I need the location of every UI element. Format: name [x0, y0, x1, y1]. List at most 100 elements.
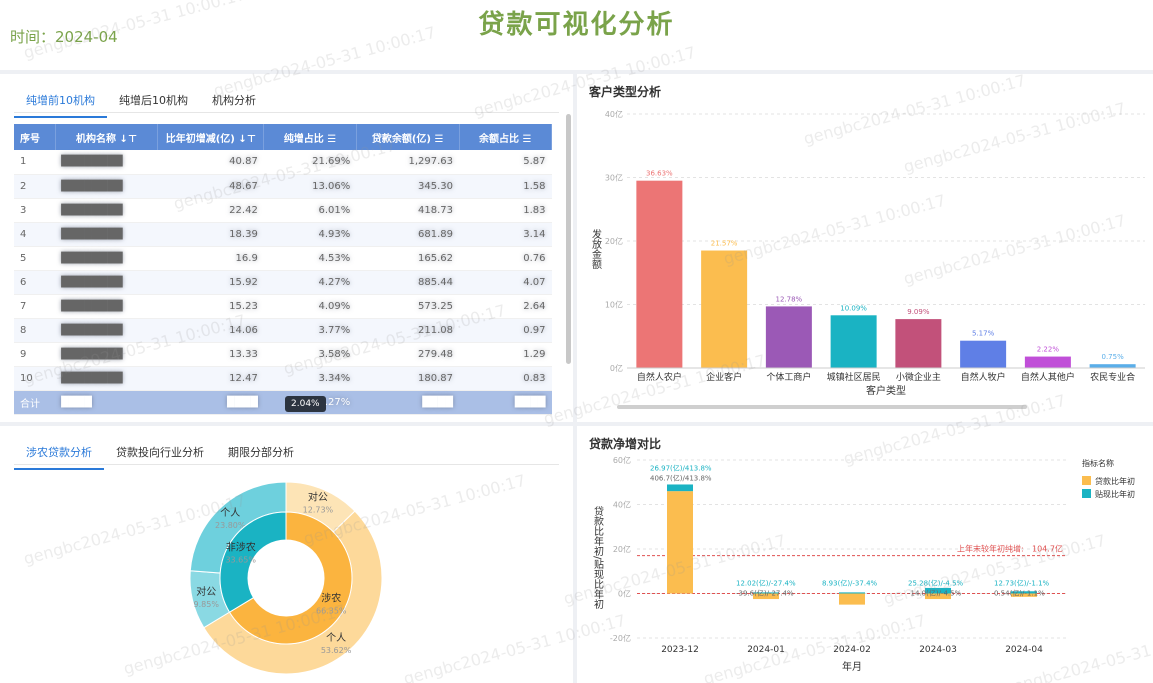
row-share: 4.93% [263, 222, 357, 247]
row-share: 4.27% [263, 270, 357, 295]
table-row[interactable]: 9 ████████ 13.33 3.58% 279.48 1.29 [14, 342, 552, 367]
bar-loan-label: 0.54(亿)/-1.1% [994, 589, 1045, 598]
row-change: 16.9 [157, 246, 264, 271]
tab-top10[interactable]: 纯增前10机构 [14, 88, 107, 118]
row-name: ████████ [55, 222, 158, 247]
row-share: 4.09% [263, 294, 357, 319]
x-tick-label: 自然人农户 [637, 371, 682, 383]
col-balance[interactable]: 贷款余额(亿) ☰ [356, 124, 460, 150]
table-scrollbar[interactable] [566, 114, 571, 364]
total-cell: ████ [459, 390, 552, 415]
row-name: ████████ [55, 270, 158, 295]
col-balance-share[interactable]: 余额占比 ☰ [459, 124, 552, 150]
row-name: ████████ [55, 174, 158, 199]
row-name: ████████ [55, 150, 158, 175]
table-row[interactable]: 5 ████████ 16.9 4.53% 165.62 0.76 [14, 246, 552, 271]
row-change: 18.39 [157, 222, 264, 247]
header: 时间：2024-04 贷款可视化分析 [0, 0, 1153, 70]
x-tick-label: 2024-03 [919, 645, 957, 655]
outer-slice-label: 个人 [220, 507, 240, 519]
inner-slice-label: 涉农 [321, 592, 341, 605]
sort-icon[interactable]: ☰ [327, 134, 336, 145]
institution-table-panel: 纯增前10机构 纯增后10机构 机构分析 序号 机构名称 ↓⊤ 比年初增减(亿)… [0, 74, 573, 422]
row-name: ████████ [55, 246, 158, 271]
outer-slice-label: 对公 [308, 490, 328, 503]
bar-discount-label: 26.97(亿)/413.8% [650, 463, 712, 472]
table-row[interactable]: 4 ████████ 18.39 4.93% 681.89 3.14 [14, 222, 552, 247]
tab-bottom10[interactable]: 纯增后10机构 [107, 88, 200, 118]
row-share: 4.53% [263, 246, 357, 271]
sort-icon[interactable]: ☰ [434, 134, 443, 145]
x-tick-label: 城镇社区居民 [827, 371, 881, 383]
row-index: 8 [14, 318, 56, 343]
bar-loan-label: 406.7(亿)/413.8% [650, 473, 712, 482]
x-tick-label: 自然人牧户 [961, 371, 1006, 383]
y-tick-label: 40亿 [613, 500, 631, 510]
col-share[interactable]: 纯增占比 ☰ [263, 124, 357, 150]
customer-bar-chart: 0亿 10亿 20亿 30亿 40亿发放金额 36.63% 自然人农户 21.57% 企业客户 1… [590, 109, 1145, 409]
y-axis-label: 发放金额 [590, 228, 602, 270]
table-row[interactable]: 10 ████████ 12.47 3.34% 180.87 0.83 [14, 366, 552, 391]
bar-value-label: 36.63% [646, 170, 673, 178]
table-row[interactable]: 7 ████████ 15.23 4.09% 573.25 2.64 [14, 294, 552, 319]
agri-loan-panel: 涉农贷款分析 贷款投向行业分析 期限分部分析 对公 12.73% 个人 53.62% 对… [0, 426, 573, 683]
table-row[interactable]: 1 ████████ 40.87 21.69% 1,297.63 5.87 [14, 150, 552, 175]
row-share: 21.69% [263, 150, 357, 175]
tab-divider [14, 112, 559, 113]
x-tick-label: 小微企业主 [896, 371, 941, 383]
outer-slice-pct: 9.85% [194, 600, 220, 609]
table-row[interactable]: 8 ████████ 14.06 3.77% 211.08 0.97 [14, 318, 552, 343]
x-tick-label: 2023-12 [661, 645, 699, 655]
bar-loan-label: -14.0(亿)/-4.5% [908, 589, 962, 598]
y-tick-label: 30亿 [605, 173, 623, 183]
bar [830, 315, 877, 368]
row-change: 15.23 [157, 294, 264, 319]
net-increase-panel: 贷款净增对比 -20亿 0亿 20亿 40亿 60亿 贷款比年初/贴现比年初 上年末较年初纯… [577, 426, 1153, 683]
row-share: 13.06% [263, 174, 357, 199]
x-axis-label: 客户类型 [866, 384, 906, 397]
legend-label: 贷款比年初 [1095, 476, 1135, 486]
total-row[interactable]: 合计 ████ ████ 69.27% ████ ████ [14, 390, 552, 415]
row-index: 2 [14, 174, 56, 199]
table-row[interactable]: 6 ████████ 15.92 4.27% 885.44 4.07 [14, 270, 552, 295]
sort-icon[interactable]: ☰ [523, 134, 532, 145]
cell-tooltip: 2.04% [285, 396, 326, 412]
bar-value-label: 12.78% [776, 295, 803, 303]
row-change: 48.67 [157, 174, 264, 199]
x-tick-label: 2024-04 [1005, 645, 1043, 655]
row-balance-share: 0.83 [459, 366, 552, 391]
x-tick-label: 个体工商户 [766, 371, 811, 383]
bar [636, 180, 683, 368]
row-name: ████████ [55, 198, 158, 223]
sort-icon[interactable]: ↓⊤ [119, 134, 137, 145]
customer-type-panel: 客户类型分析 0亿 10亿 20亿 30亿 40亿 发放金额 36.63% 自然人农户 21.5… [577, 74, 1153, 422]
bar-value-label: 21.57% [711, 240, 738, 248]
table-row[interactable]: 2 ████████ 48.67 13.06% 345.30 1.58 [14, 174, 552, 199]
bar-discount-label: 25.28(亿)/-4.5% [908, 579, 964, 588]
row-share: 3.58% [263, 342, 357, 367]
total-cell: 合计 [14, 390, 56, 415]
row-name: ████████ [55, 366, 158, 391]
bar-discount-label: 12.02(亿)/-27.4% [736, 579, 796, 588]
y-tick-label: 20亿 [605, 236, 623, 246]
net-increase-chart: -20亿 0亿 20亿 40亿 60亿贷款比年初/贴现比年初 上年末较年初纯增: 104.7… [592, 455, 1136, 673]
bar-loan [667, 491, 693, 594]
row-index: 10 [14, 366, 56, 391]
inner-slice-pct: 33.65% [225, 555, 256, 564]
tab-institution-analysis[interactable]: 机构分析 [200, 88, 268, 118]
y-tick-label: 60亿 [613, 455, 631, 465]
sort-icon[interactable]: ↓⊤ [238, 134, 256, 145]
total-cell: ████ [157, 390, 264, 415]
row-share: 3.34% [263, 366, 357, 391]
row-change: 40.87 [157, 150, 264, 175]
col-change[interactable]: 比年初增减(亿) ↓⊤ [157, 124, 265, 150]
table-row[interactable]: 3 ████████ 22.42 6.01% 418.73 1.83 [14, 198, 552, 223]
row-index: 4 [14, 222, 56, 247]
row-balance-share: 1.58 [459, 174, 552, 199]
row-change: 12.47 [157, 366, 264, 391]
table-body: 1 ████████ 40.87 21.69% 1,297.63 5.87 2 ███████… [14, 150, 552, 415]
bar-value-label: 2.22% [1037, 346, 1060, 354]
reference-line-value: 104.7亿 [1032, 544, 1063, 554]
col-name[interactable]: 机构名称 ↓⊤ [55, 124, 159, 150]
col-index[interactable]: 序号 [14, 124, 56, 150]
